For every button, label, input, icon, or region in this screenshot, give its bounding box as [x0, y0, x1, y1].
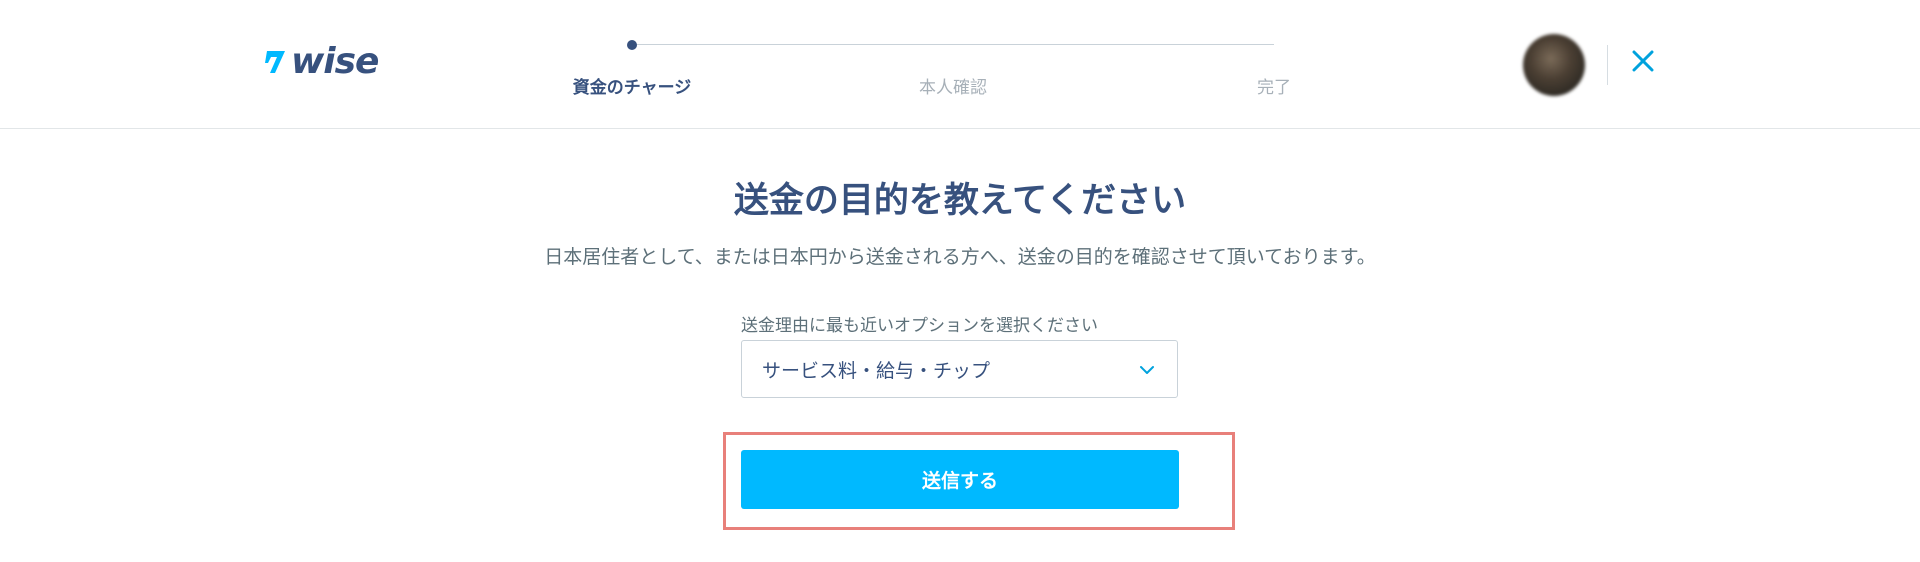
stepper-track — [632, 44, 1274, 45]
purpose-select-value: サービス料・給与・チップ — [762, 359, 991, 382]
page: wise 資金のチャージ 本人確認 完了 送金の目的を教えてください 日本居住者… — [0, 0, 1920, 562]
wise-logo[interactable]: wise — [265, 41, 379, 82]
progress-stepper: 資金のチャージ 本人確認 完了 — [573, 40, 1291, 100]
step-funding: 資金のチャージ — [572, 78, 692, 98]
header-divider — [1607, 45, 1608, 85]
purpose-select[interactable]: サービス料・給与・チップ — [741, 340, 1178, 398]
stepper-current-dot — [627, 40, 637, 50]
page-subtitle: 日本居住者として、または日本円から送金される方へ、送金の目的を確認させて頂いてお… — [544, 246, 1376, 268]
close-button[interactable] — [1628, 46, 1658, 76]
logo-wordmark: wise — [291, 41, 379, 82]
top-header: wise 資金のチャージ 本人確認 完了 — [0, 0, 1920, 129]
step-verification: 本人確認 — [919, 78, 987, 98]
avatar[interactable] — [1523, 34, 1585, 96]
chevron-down-icon — [1140, 366, 1154, 374]
purpose-select-label: 送金理由に最も近いオプションを選択ください — [741, 316, 1098, 336]
page-title: 送金の目的を教えてください — [733, 181, 1187, 221]
step-complete: 完了 — [1257, 78, 1291, 98]
close-icon — [1632, 50, 1654, 72]
wise-flag-icon — [265, 51, 285, 73]
submit-button[interactable]: 送信する — [741, 450, 1179, 509]
